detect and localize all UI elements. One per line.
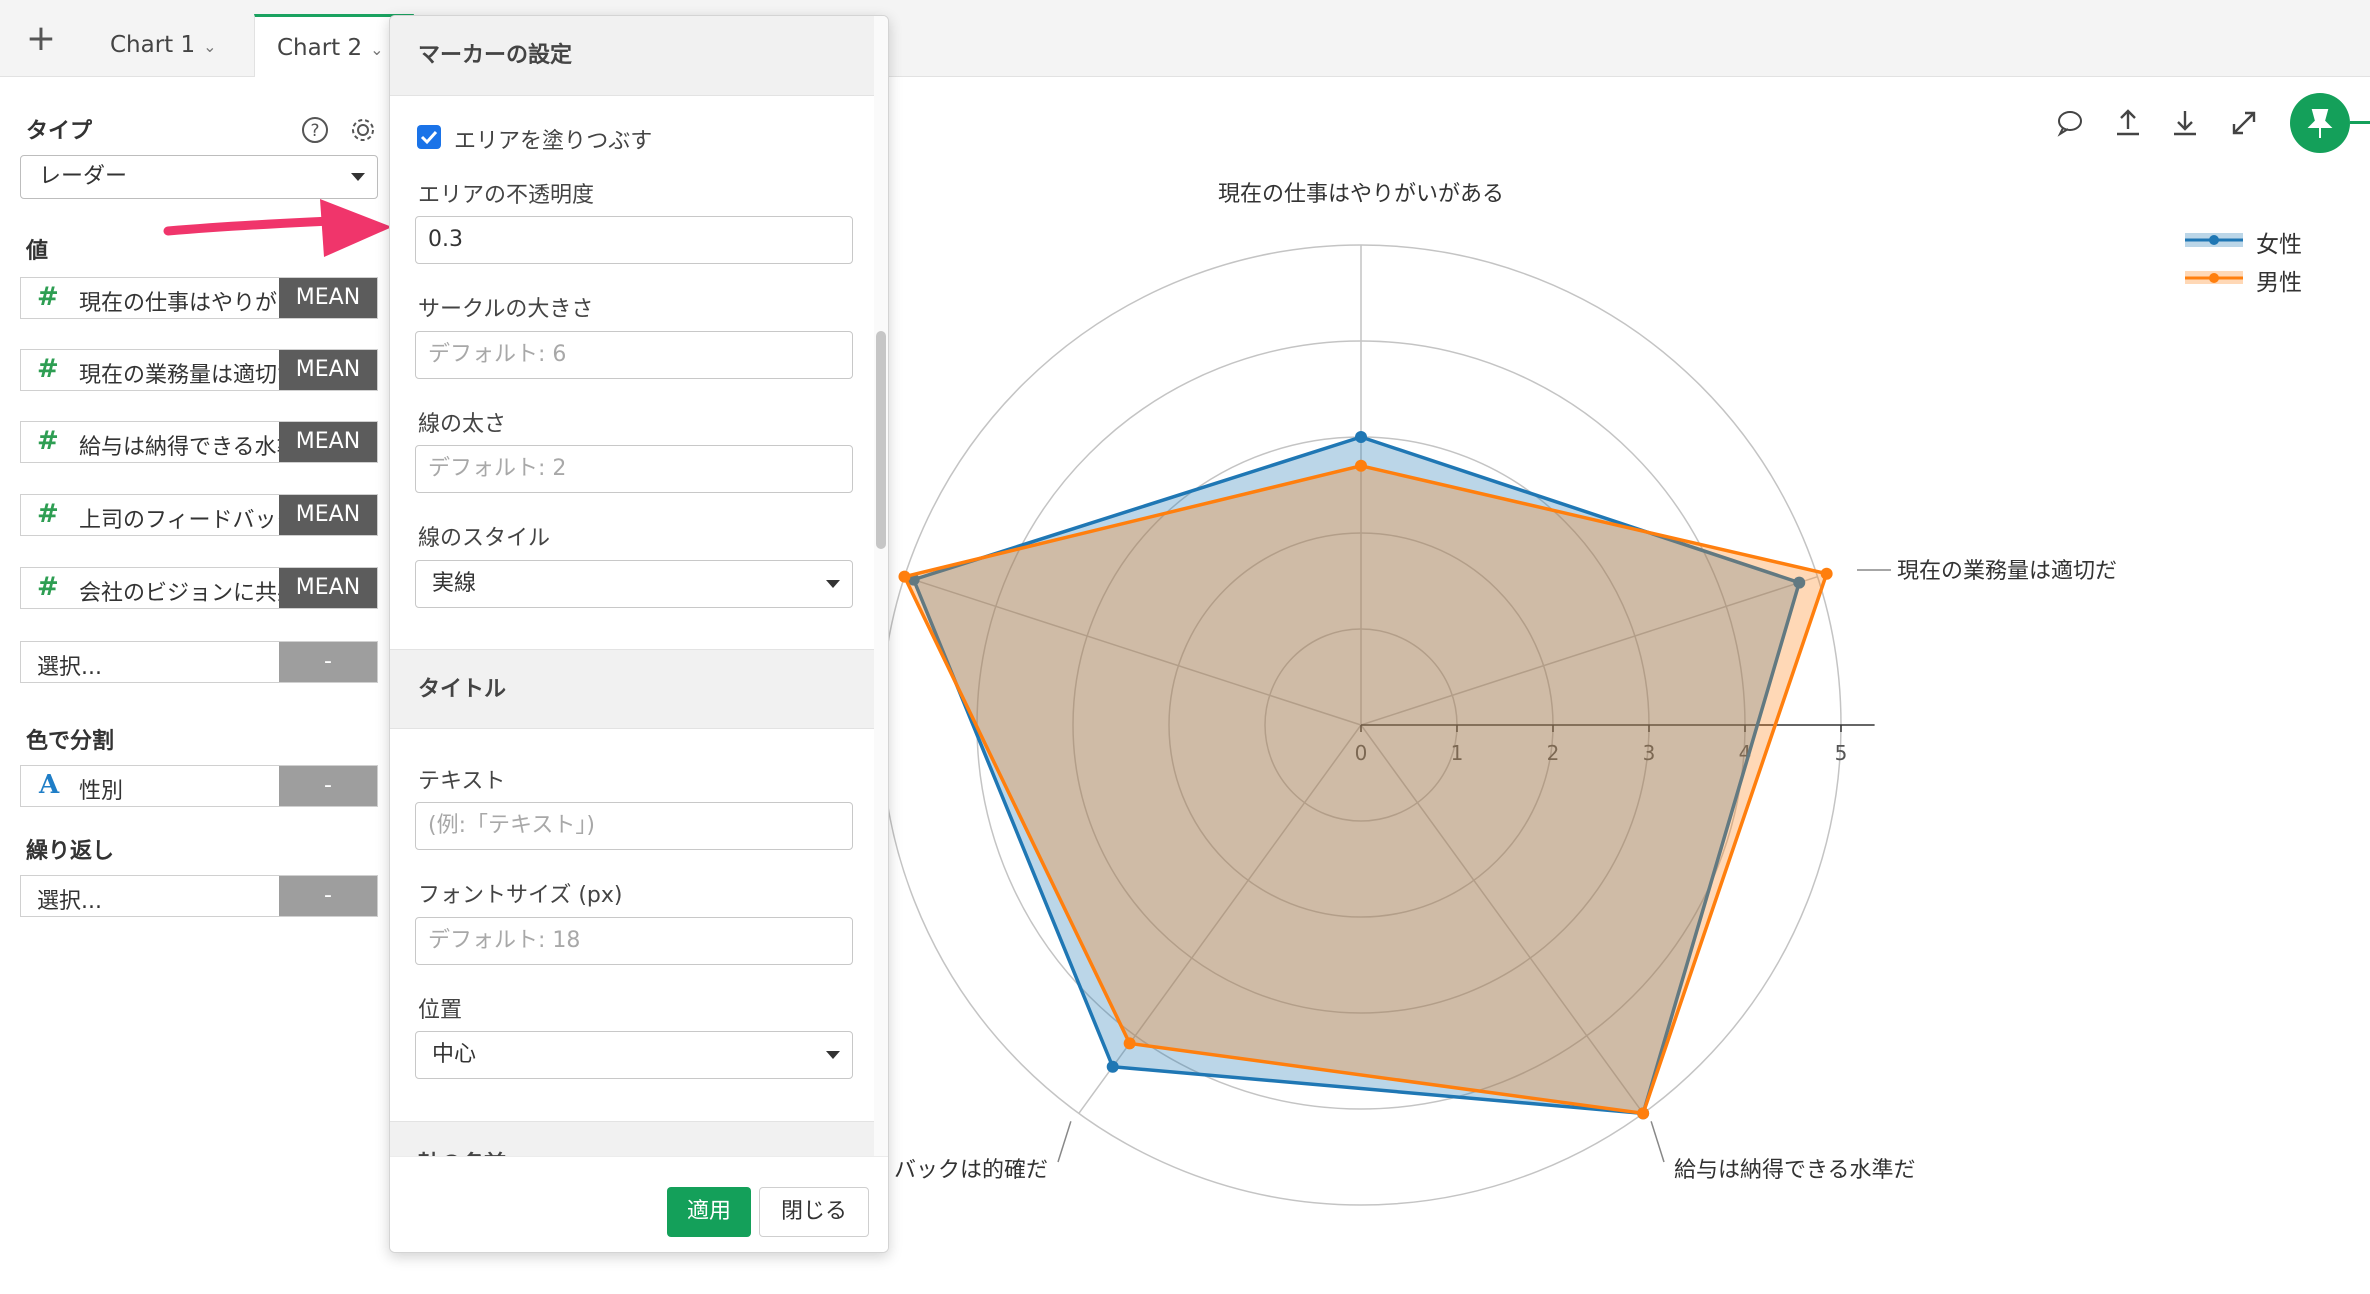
marker-settings-header: マーカーの設定 — [390, 16, 874, 96]
position-value: 中心 — [432, 1042, 477, 1067]
axis-label: 現在の業務量は適切だ — [1897, 559, 2117, 584]
line-style-select[interactable]: 実線 — [415, 560, 853, 608]
caret-down-icon — [826, 1051, 840, 1059]
opacity-input[interactable]: 0.3 — [415, 216, 853, 264]
series-point-male — [1123, 1037, 1136, 1050]
position-select[interactable]: 中心 — [415, 1031, 853, 1079]
series-point-male — [1820, 567, 1833, 580]
close-button[interactable]: 閉じる — [759, 1187, 869, 1237]
series-area-male — [902, 464, 1829, 1116]
line-style-label: 線のスタイル — [418, 526, 551, 551]
radial-tick-label: 5 — [1835, 741, 1848, 765]
axis-label: バックは的確だ — [894, 1158, 1048, 1183]
font-size-label: フォントサイズ (px) — [418, 883, 623, 908]
series-point-female — [1106, 1060, 1119, 1073]
circle-size-input[interactable]: デフォルト: 6 — [415, 331, 853, 379]
line-width-label: 線の太さ — [418, 412, 507, 437]
marker-settings-popup: マーカーの設定 エリアを塗りつぶす エリアの不透明度 0.3 サークルの大きさ … — [389, 15, 889, 1253]
annotation-arrow-icon — [163, 199, 392, 257]
fill-area-checkbox[interactable] — [417, 125, 441, 149]
checkmark-icon — [420, 130, 438, 145]
title-section-header: タイトル — [390, 649, 874, 729]
line-width-input[interactable]: デフォルト: 2 — [415, 445, 853, 493]
axis-label: 現在の仕事はやりがいがある — [1218, 182, 1504, 207]
fill-area-label[interactable]: エリアを塗りつぶす — [454, 123, 652, 155]
circle-size-label: サークルの大きさ — [418, 297, 594, 322]
position-label: 位置 — [418, 998, 463, 1023]
series-point-female — [1355, 431, 1367, 443]
title-text-input[interactable]: (例:「テキスト」) — [415, 802, 853, 850]
title-text-label: テキスト — [418, 769, 506, 794]
series-point-male — [1637, 1107, 1650, 1120]
caret-down-icon — [826, 580, 840, 588]
axis-leader-line — [1650, 1121, 1665, 1163]
font-size-input[interactable]: デフォルト: 18 — [415, 917, 853, 965]
series-point-male — [1355, 459, 1367, 472]
line-style-value: 実線 — [432, 571, 477, 596]
series-point-male — [898, 570, 911, 583]
popup-scrollbar-track[interactable] — [874, 16, 888, 1156]
opacity-label: エリアの不透明度 — [418, 183, 595, 208]
axis-leader-line — [1057, 1121, 1072, 1163]
axis-label: 給与は納得できる水準だ — [1674, 1158, 1916, 1183]
radar-series — [898, 431, 1833, 1120]
popup-scrollbar-thumb[interactable] — [876, 331, 886, 549]
apply-button[interactable]: 適用 — [667, 1187, 751, 1237]
